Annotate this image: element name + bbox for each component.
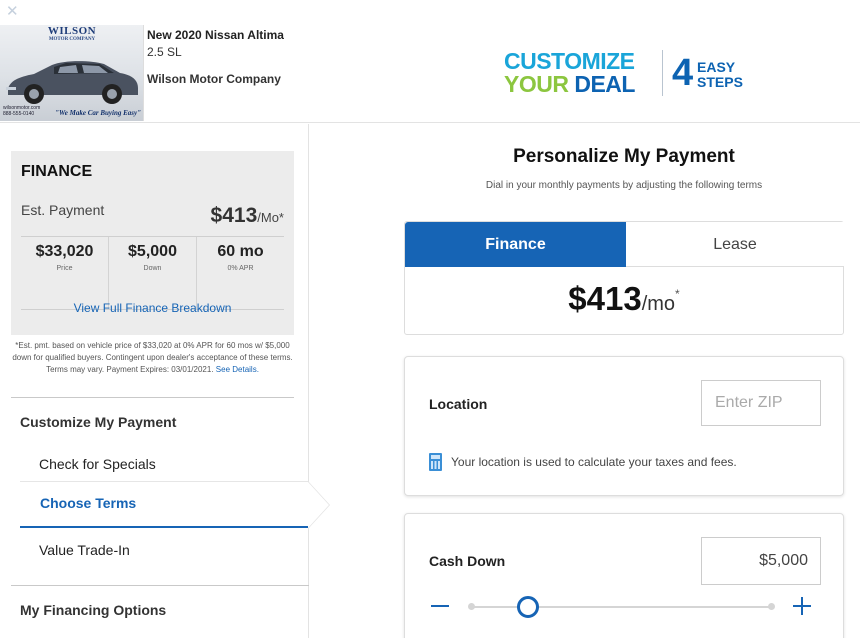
dealer-slogan: "We Make Car Buying Easy" (55, 109, 141, 117)
down-stat: $5,000 Down (109, 237, 197, 309)
sidebar-divider (11, 397, 294, 398)
car-image (6, 61, 138, 104)
brand-easy: EASY (697, 59, 736, 75)
see-details-link[interactable]: See Details. (216, 365, 259, 374)
term-stat: 60 mo 0% APR (197, 237, 284, 309)
sidebar-divider (11, 585, 309, 586)
term-value: 60 mo (217, 243, 264, 260)
vehicle-thumbnail: WILSON MOTOR COMPANY wilsonmotor.com 888… (0, 25, 144, 121)
nav-choose-terms-label: Choose Terms (40, 495, 137, 511)
est-payment-unit: /Mo* (257, 210, 284, 225)
slider-max-dot (767, 603, 775, 610)
vehicle-title: New 2020 Nissan Altima (147, 28, 284, 42)
calculator-icon (429, 453, 442, 471)
zip-input[interactable] (701, 380, 821, 426)
est-payment-value: $413/Mo* (211, 204, 284, 228)
close-icon[interactable]: ✕ (6, 4, 19, 20)
brand-customize: CUSTOMIZE (504, 48, 635, 74)
dealer-name: Wilson Motor Company (147, 72, 281, 86)
dealer-contact: wilsonmotor.com 888-555-0140 (3, 105, 40, 117)
down-label: Down (143, 265, 162, 272)
brand-steps: STEPS (697, 74, 743, 90)
brand-divider (662, 50, 663, 96)
page-subtitle: Dial in your monthly payments by adjusti… (485, 180, 763, 191)
tab-finance[interactable]: Finance (405, 222, 626, 267)
nav-value-trade-in[interactable]: Value Trade-In (39, 542, 130, 558)
header: ✕ WILSON MOTOR COMPANY wilsonmotor.com 8… (0, 0, 860, 123)
nav-financing-options[interactable]: My Financing Options (20, 602, 166, 618)
payment-unit: /mo (641, 293, 676, 315)
price-label: Price (56, 265, 73, 272)
cash-down-input[interactable] (701, 537, 821, 585)
brand-deal: DEAL (574, 71, 635, 97)
apr-label: 0% APR (227, 265, 254, 272)
customize-heading: Customize My Payment (20, 414, 177, 430)
cash-down-slider-track[interactable] (471, 606, 771, 608)
plus-icon[interactable] (791, 594, 813, 618)
slider-min-dot (467, 603, 475, 610)
location-note: Your location is used to calculate your … (451, 455, 737, 469)
tab-lease[interactable]: Lease (626, 222, 844, 267)
vehicle-trim: 2.5 SL (147, 45, 182, 59)
location-card: Location Your location is used to calcul… (404, 356, 844, 496)
brand-your: YOUR (504, 71, 569, 97)
price-value: $33,020 (35, 243, 94, 260)
monthly-payment: $413/mo* (405, 280, 843, 318)
nav-check-specials[interactable]: Check for Specials (39, 456, 156, 472)
view-breakdown-link[interactable]: View Full Finance Breakdown (11, 301, 294, 315)
cash-down-label: Cash Down (429, 553, 506, 569)
dealer-logo-text: WILSON (47, 25, 97, 37)
est-payment-amount: $413 (210, 204, 258, 227)
dealer-logo-subtext: MOTOR COMPANY (48, 37, 96, 42)
brand-four: 4 (672, 52, 694, 94)
finance-stats: $33,020 Price $5,000 Down 60 mo 0% APR (21, 237, 284, 309)
price-stat: $33,020 Price (21, 237, 109, 309)
payment-asterisk: * (675, 287, 680, 301)
page-title: Personalize My Payment (513, 146, 735, 167)
cash-down-card: Cash Down (404, 513, 844, 638)
location-label: Location (429, 396, 488, 412)
est-payment-label: Est. Payment (21, 202, 105, 218)
payment-card: Finance Lease $413/mo* (404, 221, 844, 335)
nav-choose-terms[interactable]: Choose Terms (20, 481, 308, 528)
finance-title: FINANCE (21, 163, 93, 180)
minus-icon[interactable] (429, 594, 451, 618)
disclaimer: *Est. pmt. based on vehicle price of $33… (11, 340, 294, 376)
finance-summary: FINANCE Est. Payment $413/Mo* $33,020 Pr… (11, 151, 294, 335)
sidebar: FINANCE Est. Payment $413/Mo* $33,020 Pr… (0, 124, 330, 638)
brand-your-deal: YOUR DEAL (504, 72, 635, 96)
dealer-logo: WILSON MOTOR COMPANY (22, 25, 122, 42)
dealer-phone: 888-555-0140 (3, 111, 35, 117)
cash-down-slider-handle[interactable] (517, 596, 539, 618)
down-value: $5,000 (128, 243, 177, 260)
payment-value: $413 (568, 280, 642, 317)
active-step-pointer-fill (308, 482, 329, 528)
